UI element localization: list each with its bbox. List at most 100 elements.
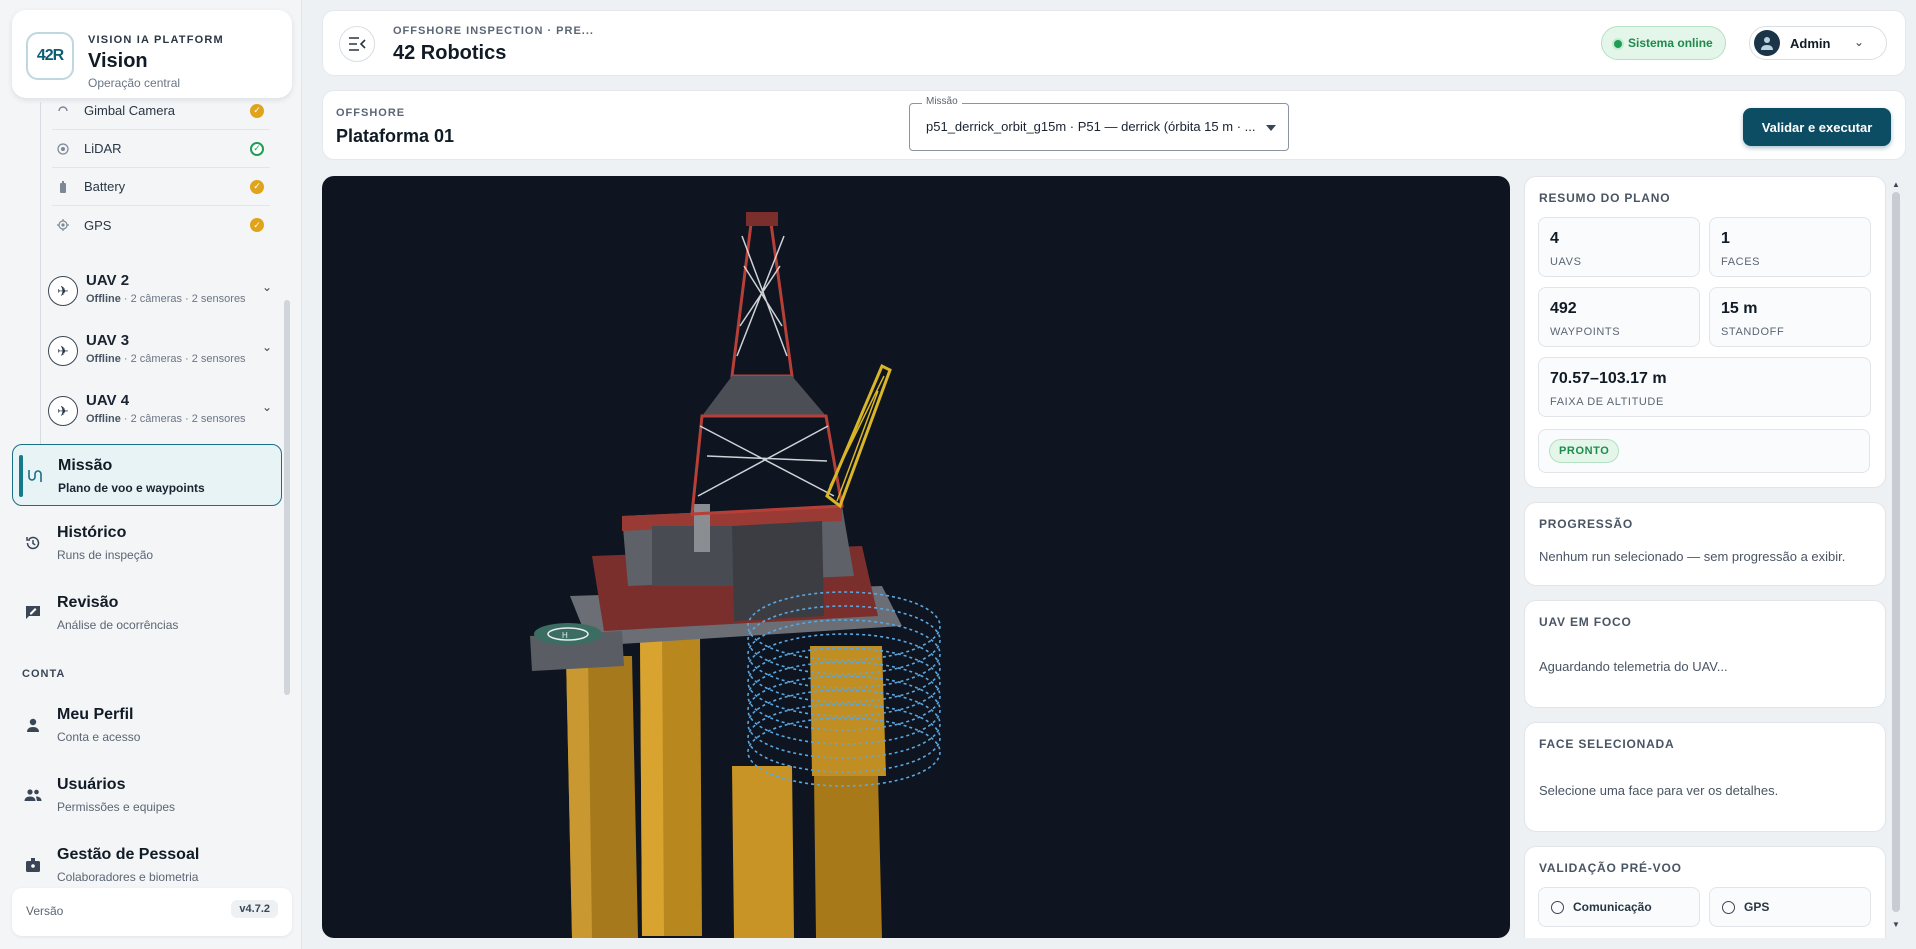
platform-deck: H	[530, 504, 902, 671]
preflight-card: VALIDAÇÃO PRÉ-VOO Comunicação GPS	[1524, 846, 1886, 938]
nav-title: Histórico	[57, 524, 127, 541]
nav-item-perfil[interactable]: Meu Perfil Conta e acesso	[12, 694, 282, 756]
stat-value: 15 m	[1721, 300, 1758, 317]
sensor-label: LiDAR	[84, 141, 122, 156]
sidebar: 42R VISION IA PLATFORM Vision Operação c…	[0, 0, 302, 949]
scrollbar-thumb[interactable]	[1892, 192, 1900, 912]
version-box: Versão v4.7.2	[12, 888, 292, 936]
nav-item-historico[interactable]: Histórico Runs de inspeção	[12, 512, 282, 574]
badge-icon	[24, 856, 42, 874]
history-icon	[24, 534, 42, 552]
uav-meta-detail: · 2 câmeras · 2 sensores	[120, 353, 246, 365]
crane-boom	[825, 363, 892, 509]
nav-title: Gestão de Pessoal	[57, 846, 200, 863]
breadcrumb: OFFSHORE INSPECTION · PRE...	[393, 25, 594, 37]
stat-waypoints: 492 WAYPOINTS	[1538, 287, 1700, 347]
review-icon	[24, 604, 42, 622]
status-check-icon: ✓	[250, 141, 264, 156]
mission-bar: OFFSHORE Plataforma 01 Missão p51_derric…	[322, 90, 1906, 160]
status-check-icon: ✓	[250, 179, 264, 194]
avatar	[1754, 30, 1780, 56]
nav-subtitle: Permissões e equipes	[57, 800, 176, 814]
card-title: PROGRESSÃO	[1539, 517, 1634, 531]
uav-item-2[interactable]: ✈ UAV 2 Offline · 2 câmeras · 2 sensores…	[48, 266, 272, 322]
nav-title: Usuários	[57, 776, 126, 793]
app-title: Vision	[88, 50, 148, 72]
check-comunicacao[interactable]: Comunicação	[1538, 887, 1700, 927]
nav-subtitle: Conta e acesso	[57, 730, 141, 744]
nav-item-revisao[interactable]: Revisão Análise de ocorrências	[12, 582, 282, 644]
uav-focus-text: Aguardando telemetria do UAV...	[1539, 659, 1728, 674]
uav-meta: Offline · 2 câmeras · 2 sensores	[86, 293, 246, 305]
check-gps[interactable]: GPS	[1709, 887, 1871, 927]
uav-item-4[interactable]: ✈ UAV 4 Offline · 2 câmeras · 2 sensores…	[48, 386, 272, 442]
platform-name: Plataforma 01	[336, 126, 455, 146]
derrick-tower	[690, 212, 844, 516]
stat-label: FACES	[1721, 256, 1761, 268]
sensor-row-gimbal[interactable]: Gimbal Camera ✓	[52, 102, 270, 130]
stat-altitude-range: 70.57–103.17 m FAIXA DE ALTITUDE	[1538, 357, 1871, 417]
app-subtitle: Operação central	[88, 76, 181, 90]
face-card: FACE SELECIONADA Selecione uma face para…	[1524, 722, 1886, 832]
uav-status: Offline	[86, 413, 121, 425]
card-title: VALIDAÇÃO PRÉ-VOO	[1539, 861, 1682, 875]
mission-select-label: Missão	[922, 96, 962, 107]
stat-label: STANDOFF	[1721, 326, 1785, 338]
nav-item-usuarios[interactable]: Usuários Permissões e equipes	[12, 764, 282, 826]
uav-focus-card: UAV EM FOCO Aguardando telemetria do UAV…	[1524, 600, 1886, 708]
menu-collapse-button[interactable]	[339, 26, 375, 62]
stat-label: WAYPOINTS	[1550, 326, 1621, 338]
pending-circle-icon	[1722, 901, 1735, 914]
mission-select-value: p51_derrick_orbit_g15m · P51 — derrick (…	[926, 119, 1256, 134]
card-title: FACE SELECIONADA	[1539, 737, 1675, 751]
nav-title: Revisão	[57, 594, 119, 611]
plan-status-box: PRONTO	[1538, 429, 1870, 473]
uav-item-3[interactable]: ✈ UAV 3 Offline · 2 câmeras · 2 sensores…	[48, 326, 272, 382]
nav-subtitle: Plano de voo e waypoints	[58, 481, 205, 495]
site-label: OFFSHORE	[336, 107, 406, 119]
sidebar-scrollbar[interactable]	[284, 300, 290, 695]
uav-name: UAV 4	[86, 392, 130, 409]
sensor-row-lidar[interactable]: LiDAR ✓	[52, 130, 270, 168]
status-badge: Sistema online	[1601, 26, 1726, 60]
offshore-platform-model[interactable]: H	[322, 176, 1510, 938]
sensor-row-battery[interactable]: Battery ✓	[52, 168, 270, 206]
person-icon	[24, 716, 42, 734]
stat-faces: 1 FACES	[1709, 217, 1871, 277]
progress-empty-text: Nenhum run selecionado — sem progressão …	[1539, 549, 1846, 564]
validate-execute-button[interactable]: Validar e executar	[1743, 108, 1891, 146]
check-label: Comunicação	[1573, 900, 1652, 914]
right-panel[interactable]: RESUMO DO PLANO 4 UAVS 1 FACES 492 WAYPO…	[1524, 176, 1890, 938]
check-label: GPS	[1744, 900, 1770, 914]
scroll-up-icon[interactable]: ▲	[1892, 180, 1900, 189]
nav-title: Missão	[58, 457, 113, 474]
chevron-down-icon[interactable]: ⌄	[262, 400, 272, 414]
pending-circle-icon	[1551, 901, 1564, 914]
nav-item-gestao[interactable]: Gestão de Pessoal Colaboradores e biomet…	[12, 834, 282, 882]
card-title: UAV EM FOCO	[1539, 615, 1632, 629]
sidebar-scroll-area[interactable]: Gimbal Camera ✓ LiDAR ✓ Battery ✓ GPS ✓ …	[0, 102, 290, 882]
uav-status: Offline	[86, 293, 121, 305]
right-panel-scrollbar[interactable]: ▲ ▼	[1892, 180, 1900, 930]
brand-card: 42R VISION IA PLATFORM Vision Operação c…	[12, 10, 292, 98]
status-badge: PRONTO	[1549, 439, 1620, 463]
uav-name: UAV 3	[86, 332, 130, 349]
3d-viewer[interactable]: H	[322, 176, 1510, 938]
menu-collapse-icon	[349, 37, 366, 51]
sensor-label: Gimbal Camera	[84, 103, 176, 118]
platform-label: VISION IA PLATFORM	[88, 34, 224, 46]
sensor-label: GPS	[84, 217, 112, 233]
route-icon	[25, 467, 43, 485]
chevron-down-icon[interactable]: ⌄	[262, 280, 272, 294]
sensor-row-gps[interactable]: GPS ✓	[52, 206, 270, 244]
tree-connector	[40, 102, 41, 452]
plan-summary-card: RESUMO DO PLANO 4 UAVS 1 FACES 492 WAYPO…	[1524, 176, 1886, 488]
chevron-down-icon[interactable]: ⌄	[262, 340, 272, 354]
stat-uavs: 4 UAVS	[1538, 217, 1700, 277]
mission-select[interactable]: Missão p51_derrick_orbit_g15m · P51 — de…	[909, 96, 1289, 151]
page-title: 42 Robotics	[393, 42, 507, 64]
user-menu-button[interactable]: Admin ⌄	[1749, 26, 1887, 60]
scroll-down-icon[interactable]: ▼	[1892, 920, 1900, 929]
face-text: Selecione uma face para ver os detalhes.	[1539, 783, 1779, 798]
nav-item-missao[interactable]: Missão Plano de voo e waypoints	[12, 444, 282, 506]
